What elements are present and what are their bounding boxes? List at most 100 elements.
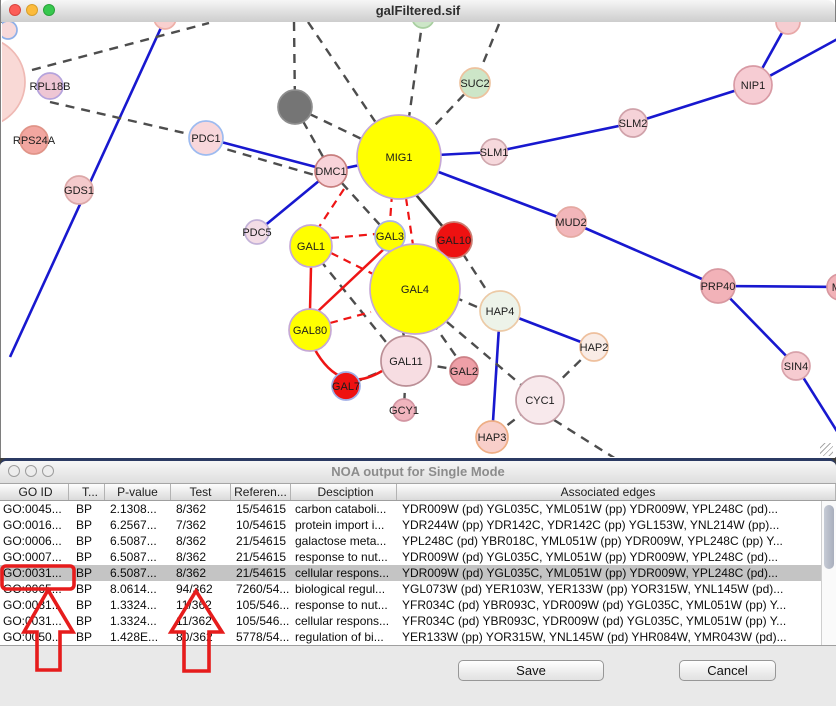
cell-test: 8/362: [171, 565, 231, 581]
node-label-MUD2: MUD2: [555, 217, 586, 229]
table-row[interactable]: GO:0007... BP 6.5087... 8/362 21/54615 r…: [0, 549, 836, 565]
node-unlabeled[interactable]: [2, 22, 17, 39]
node-label-GAL11: GAL11: [389, 356, 422, 368]
table-row[interactable]: GO:0031... BP 1.3324... 11/362 105/546..…: [0, 597, 836, 613]
cell-reference: 10/54615: [231, 517, 291, 533]
cell-type: BP: [69, 613, 105, 629]
cell-test: 94/362: [171, 581, 231, 597]
table-row[interactable]: GO:0045... BP 2.1308... 8/362 15/54615 c…: [0, 501, 836, 517]
noa-output-window: NOA output for Single Mode GO ID T... P-…: [0, 458, 836, 704]
node-unlabeled[interactable]: [2, 37, 25, 127]
table-row[interactable]: GO:0065... BP 8.0614... 94/362 7260/54..…: [0, 581, 836, 597]
cell-p-value: 1.3324...: [105, 597, 171, 613]
node-label-MS: MS: [832, 282, 836, 294]
edge-red[interactable]: [310, 267, 311, 310]
node-unlabeled[interactable]: [154, 22, 176, 29]
cell-p-value: 6.5087...: [105, 533, 171, 549]
cell-type: BP: [69, 565, 105, 581]
cell-reference: 5778/54...: [231, 629, 291, 645]
edge-reddash[interactable]: [406, 198, 413, 245]
node-unlabeled[interactable]: [412, 22, 434, 28]
node-label-SLM2: SLM2: [619, 118, 648, 130]
cell-go-id: GO:0016...: [0, 517, 69, 533]
edge-blue[interactable]: [571, 222, 718, 286]
node-label-GAL1: GAL1: [297, 241, 325, 253]
noa-window-titlebar[interactable]: NOA output for Single Mode: [0, 461, 836, 484]
cell-associated-edges: YPL248C (pd) YBR018C, YML051W (pp) YDR00…: [397, 533, 836, 549]
column-header-type[interactable]: T...: [69, 484, 105, 500]
cell-type: BP: [69, 517, 105, 533]
cell-p-value: 6.5087...: [105, 565, 171, 581]
column-header-associated-edges[interactable]: Associated edges: [397, 484, 836, 500]
cell-test: 8/362: [171, 533, 231, 549]
cell-go-id: GO:0006...: [0, 533, 69, 549]
edge-dash[interactable]: [50, 102, 206, 138]
cell-p-value: 6.2567...: [105, 517, 171, 533]
node-label-GAL7: GAL7: [332, 381, 360, 393]
cell-test: 7/362: [171, 517, 231, 533]
cell-p-value: 6.5087...: [105, 549, 171, 565]
cell-description: response to nut...: [291, 597, 397, 613]
column-header-test[interactable]: Test: [171, 484, 231, 500]
scrollbar-track[interactable]: [821, 501, 836, 645]
cell-go-id: GO:0031...: [0, 613, 69, 629]
table-row[interactable]: GO:0031... BP 1.3324... 11/362 105/546..…: [0, 613, 836, 629]
save-button[interactable]: Save: [458, 660, 604, 681]
node-label-RPS24A: RPS24A: [13, 135, 56, 147]
node-label-PRP40: PRP40: [701, 281, 736, 293]
resize-grip[interactable]: [820, 443, 833, 456]
edge-blue[interactable]: [494, 123, 633, 152]
cell-test: 11/362: [171, 597, 231, 613]
scrollbar-thumb[interactable]: [824, 505, 834, 569]
node-label-SIN4: SIN4: [784, 361, 808, 373]
cell-test: 80/362: [171, 629, 231, 645]
cancel-button[interactable]: Cancel: [679, 660, 776, 681]
column-header-reference[interactable]: Referen...: [231, 484, 291, 500]
node-label-GAL4: GAL4: [401, 284, 429, 296]
node-label-MIG1: MIG1: [386, 152, 413, 164]
cell-description: protein import i...: [291, 517, 397, 533]
cell-go-id: GO:0031...: [0, 565, 69, 581]
cell-type: BP: [69, 501, 105, 517]
cell-description: cellular respons...: [291, 613, 397, 629]
table-row[interactable]: GO:0006... BP 6.5087... 8/362 21/54615 g…: [0, 533, 836, 549]
cell-p-value: 1.428E...: [105, 629, 171, 645]
node-label-SLM1: SLM1: [480, 147, 509, 159]
cell-type: BP: [69, 549, 105, 565]
cell-description: regulation of bi...: [291, 629, 397, 645]
table-row[interactable]: GO:0016... BP 6.2567... 7/362 10/54615 p…: [0, 517, 836, 533]
cell-description: galactose meta...: [291, 533, 397, 549]
column-header-pvalue[interactable]: P-value: [105, 484, 171, 500]
noa-table-header: GO ID T... P-value Test Referen... Desci…: [0, 484, 836, 501]
table-row[interactable]: GO:0031... BP 6.5087... 8/362 21/54615 c…: [0, 565, 836, 581]
cell-description: response to nut...: [291, 549, 397, 565]
cell-associated-edges: YFR034C (pd) YBR093C, YDR009W (pd) YGL03…: [397, 613, 836, 629]
table-row[interactable]: GO:0050... BP 1.428E... 80/362 5778/54..…: [0, 629, 836, 645]
network-canvas[interactable]: RPL18BRPS24AGDS1PDC1DMC1MIG1SUC2NIP1SLM2…: [2, 22, 836, 457]
dialog-button-area: Save Cancel: [0, 646, 836, 706]
edge-dash[interactable]: [554, 420, 616, 457]
column-header-description[interactable]: Desciption: [291, 484, 397, 500]
node-label-GAL3: GAL3: [376, 231, 404, 243]
graph-window-titlebar[interactable]: galFiltered.sif: [1, 0, 835, 23]
edge-reddash[interactable]: [331, 234, 376, 238]
cell-p-value: 1.3324...: [105, 613, 171, 629]
cell-description: carbon cataboli...: [291, 501, 397, 517]
column-header-goid[interactable]: GO ID: [0, 484, 69, 500]
node-label-SUC2: SUC2: [460, 78, 489, 90]
cell-test: 8/362: [171, 501, 231, 517]
node-label-GAL80: GAL80: [293, 325, 327, 337]
node-unlabeled[interactable]: [776, 22, 800, 34]
edge-dash[interactable]: [212, 145, 328, 179]
cell-reference: 21/54615: [231, 565, 291, 581]
edge-reddash[interactable]: [331, 253, 373, 274]
node-label-DMC1: DMC1: [315, 166, 346, 178]
graph-window: galFiltered.sif RPL18BRPS24AGDS1PDC1DMC1…: [0, 0, 836, 458]
node-label-GDS1: GDS1: [64, 185, 94, 197]
node-label-GCY1: GCY1: [389, 405, 419, 417]
node-unlabeled[interactable]: [278, 90, 312, 124]
edge-reddash[interactable]: [319, 189, 344, 227]
edge-blue[interactable]: [206, 138, 331, 171]
cell-reference: 15/54615: [231, 501, 291, 517]
edge-dash[interactable]: [32, 23, 209, 70]
